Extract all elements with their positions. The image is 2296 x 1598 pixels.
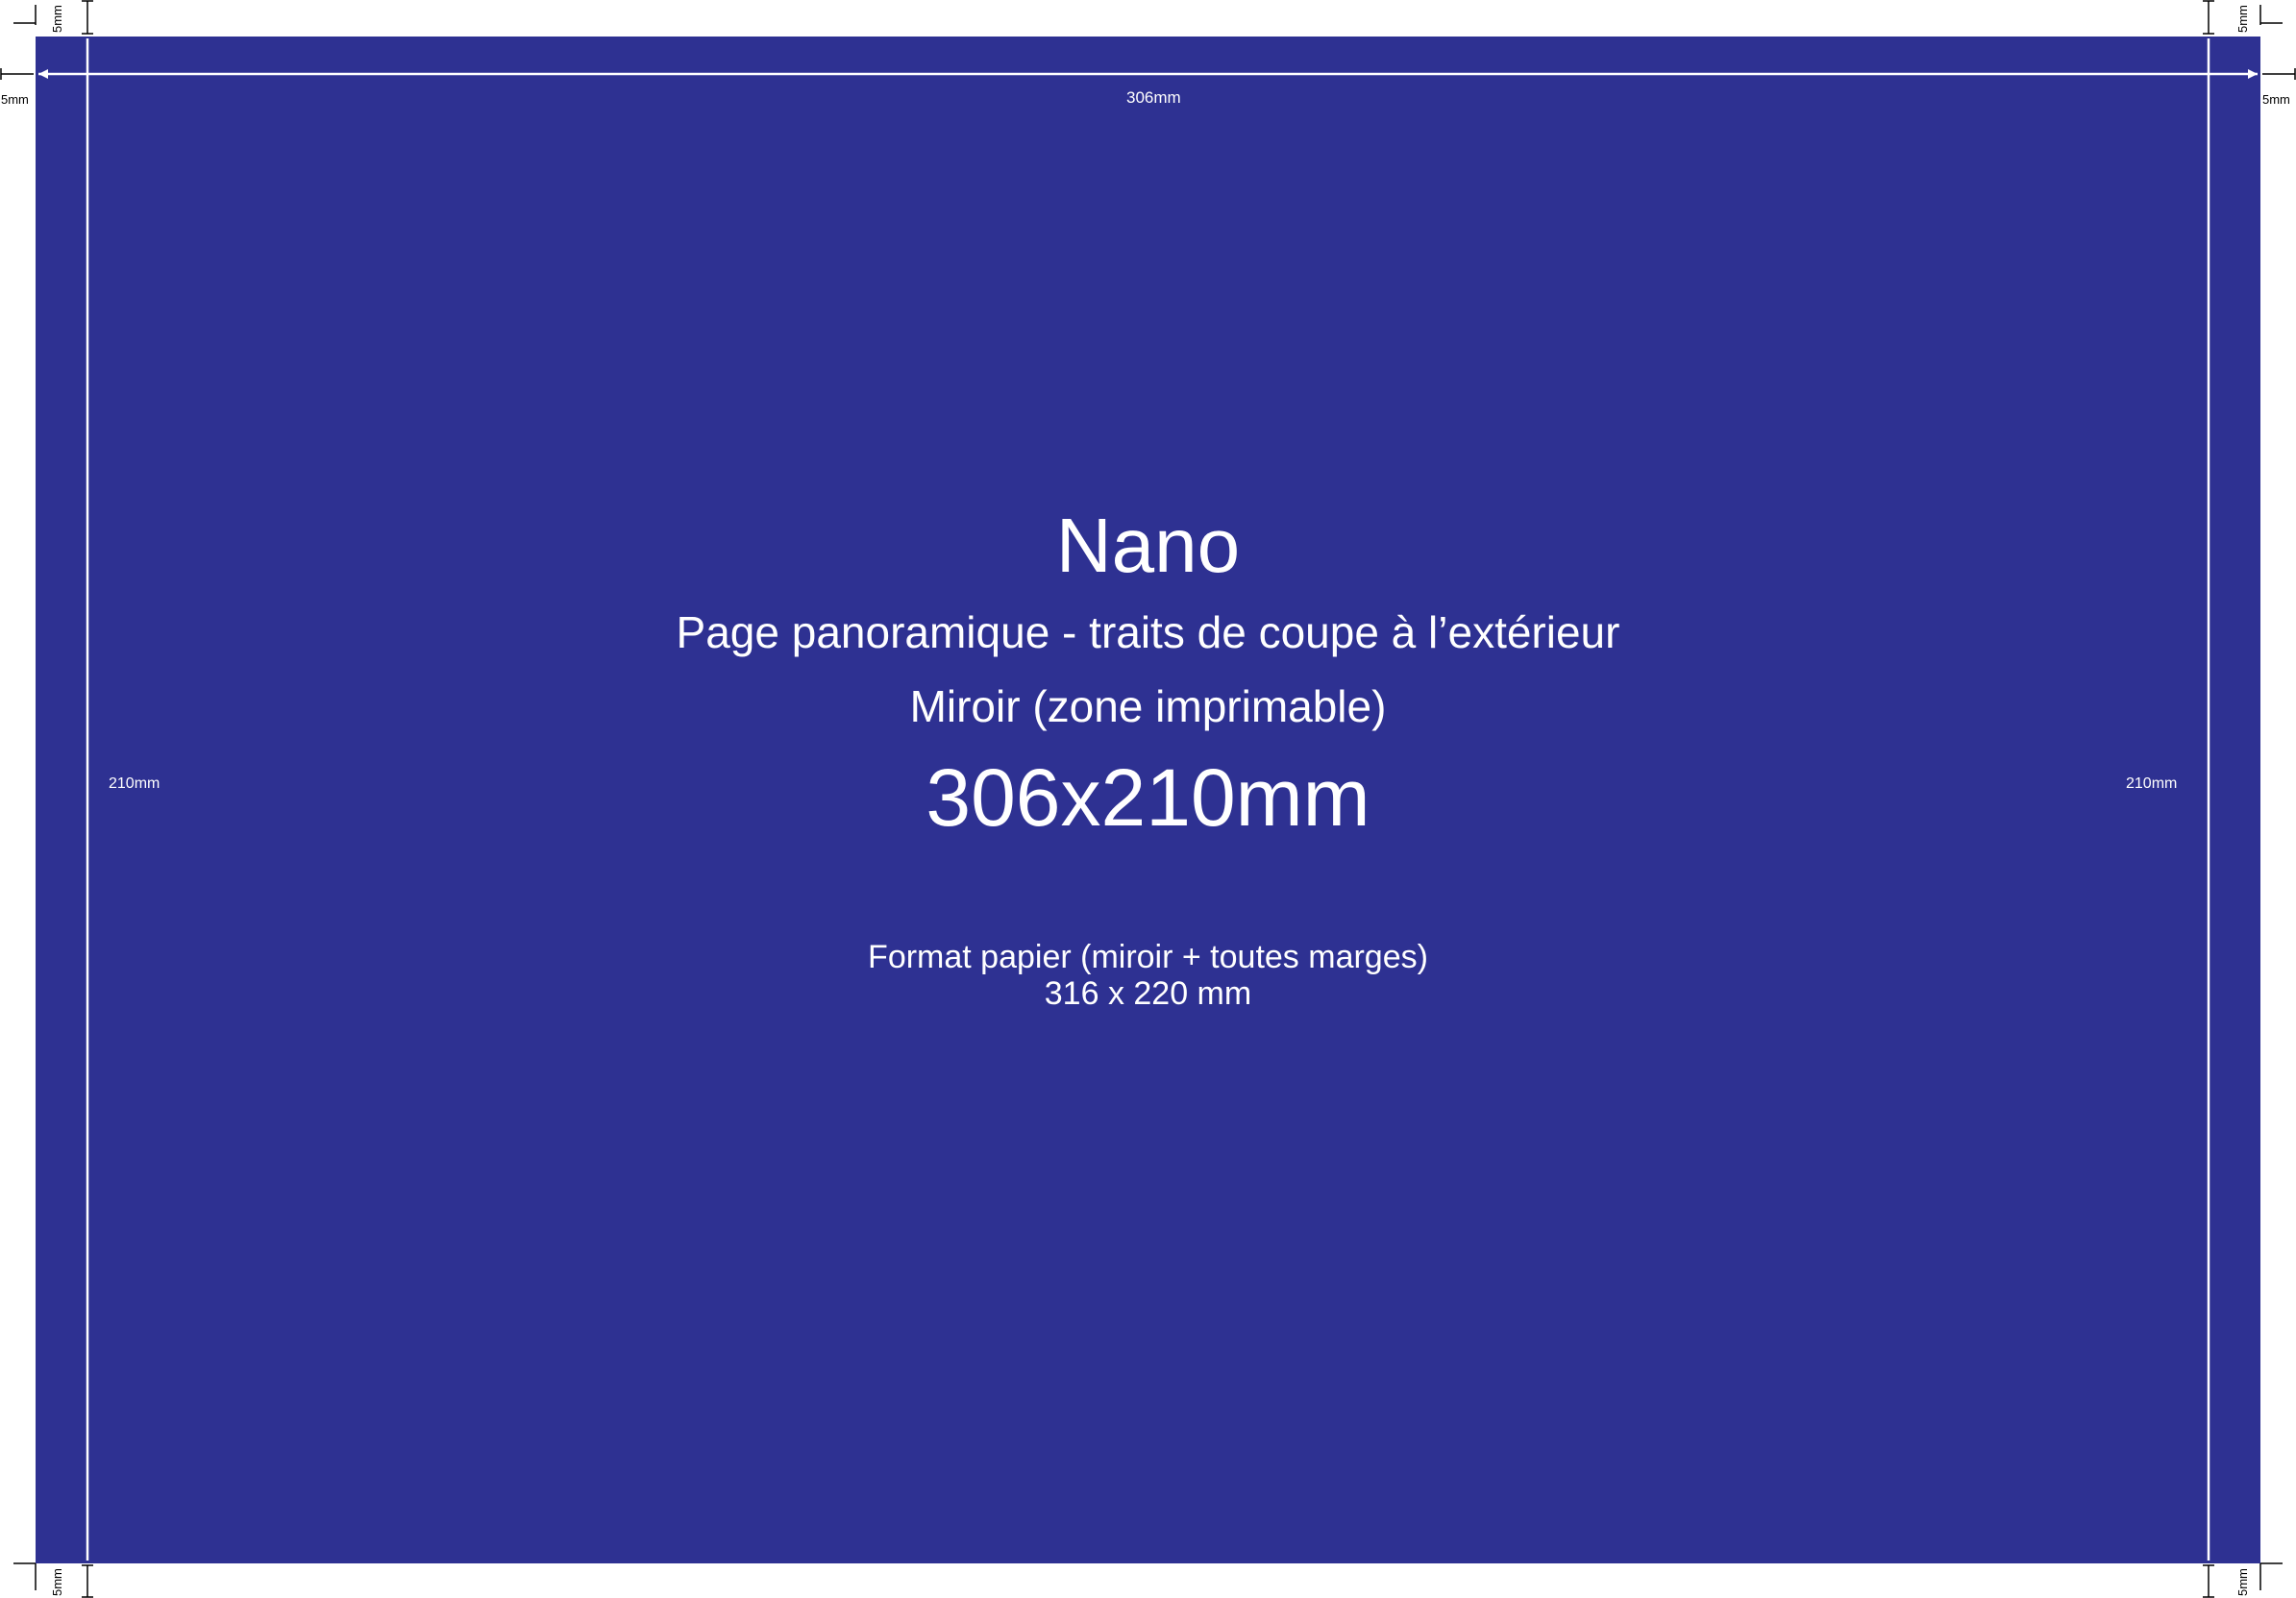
- top-right-margin-label: 5mm: [2235, 5, 2250, 33]
- bottom-right-margin-label: 5mm: [2235, 1568, 2250, 1596]
- mirror-size: 306x210mm: [926, 752, 1370, 843]
- bottom-left-margin-label: 5mm: [50, 1568, 64, 1596]
- height-dimension-label-right: 210mm: [2126, 775, 2178, 792]
- right-margin-label: 5mm: [2262, 92, 2290, 107]
- page-subtitle: Page panoramique - traits de coupe à l’e…: [676, 607, 1620, 657]
- top-left-margin-label: 5mm: [50, 5, 64, 33]
- left-margin-label: 5mm: [1, 92, 29, 107]
- paper-format-size: 316 x 220 mm: [1044, 975, 1252, 1012]
- width-dimension-label: 306mm: [1126, 88, 1181, 107]
- printable-zone-label: Miroir (zone imprimable): [909, 681, 1387, 731]
- paper-format-label: Format papier (miroir + toutes marges): [868, 939, 1428, 975]
- height-dimension-label-left: 210mm: [109, 775, 160, 792]
- page-title: Nano: [1055, 503, 1241, 588]
